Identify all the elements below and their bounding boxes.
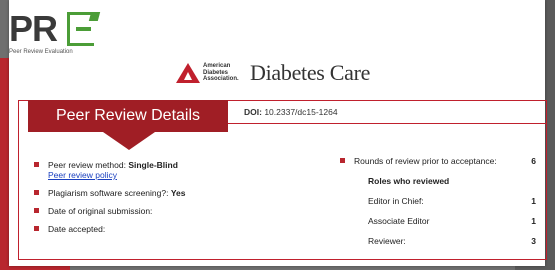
bullet-icon [34, 190, 39, 195]
peer-review-policy-link[interactable]: Peer review policy [48, 170, 186, 180]
bullet-icon [340, 158, 345, 163]
divider [228, 123, 546, 124]
logo-subtitle: Peer Review Evaluation [9, 49, 73, 55]
rounds-row: Rounds of review prior to acceptance: 6 [340, 156, 536, 176]
doi-value: 10.2337/dc15-1264 [264, 107, 338, 117]
doi-line: DOI: 10.2337/dc15-1264 [244, 107, 338, 117]
ada-triangle-icon [176, 63, 200, 83]
list-item-submission: Date of original submission: [34, 206, 186, 216]
review-stats: Rounds of review prior to acceptance: 6 … [340, 156, 536, 256]
role-row: Reviewer: 3 [368, 236, 536, 246]
header-arrow [103, 132, 155, 150]
journal-title: Diabetes Care [250, 60, 371, 85]
rounds-value: 6 [531, 156, 536, 166]
section-header: Peer Review Details [28, 100, 228, 132]
role-row: Associate Editor 1 [368, 216, 536, 226]
list-item-accepted: Date accepted: [34, 224, 186, 234]
logo-letters: PR [9, 8, 58, 49]
method-value: Single-Blind [128, 160, 178, 170]
doi-label: DOI: [244, 107, 262, 117]
roles-heading: Roles who reviewed [368, 176, 450, 186]
bullet-icon [34, 162, 39, 167]
bullet-icon [34, 208, 39, 213]
review-details-list: Peer review method: Single-Blind Peer re… [34, 160, 186, 242]
ada-wordmark: American Diabetes Association. [203, 63, 239, 82]
bullet-icon [34, 226, 39, 231]
pre-logo: PR Peer Review Evaluation [9, 4, 109, 62]
list-item-method: Peer review method: Single-Blind Peer re… [34, 160, 186, 180]
logo-e-icon [67, 12, 94, 46]
role-row: Editor in Chief: 1 [368, 196, 536, 206]
list-item-plagiarism: Plagiarism software screening?: Yes [34, 188, 186, 198]
plagiarism-value: Yes [170, 188, 186, 198]
